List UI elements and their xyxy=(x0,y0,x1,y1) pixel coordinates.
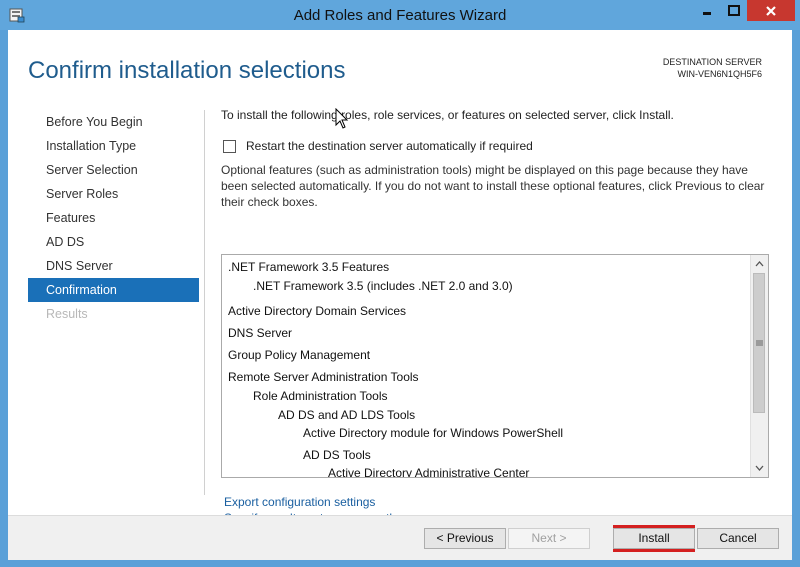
list-item: Active Directory Administrative Center xyxy=(328,466,530,478)
intro-text: To install the following roles, role ser… xyxy=(221,108,674,122)
restart-checkbox-label[interactable]: Restart the destination server automatic… xyxy=(246,139,533,153)
list-item: DNS Server xyxy=(228,326,293,340)
nav-item-ad-ds[interactable]: AD DS xyxy=(28,230,199,254)
grip-icon xyxy=(755,340,763,346)
window-title: Add Roles and Features Wizard xyxy=(293,7,507,24)
list-item: .NET Framework 3.5 Features xyxy=(228,260,390,274)
list-item: Active Directory Domain Services xyxy=(228,304,407,318)
scroll-down-button[interactable] xyxy=(751,459,768,476)
nav-item-before-you-begin[interactable]: Before You Begin xyxy=(28,110,199,134)
previous-button[interactable]: < Previous xyxy=(424,528,506,549)
restart-option[interactable]: Restart the destination server automatic… xyxy=(223,139,533,153)
wizard-content: Confirm installation selections DESTINAT… xyxy=(8,30,792,560)
list-item: Role Administration Tools xyxy=(253,389,388,403)
minimize-icon xyxy=(702,11,711,15)
list-scrollbar[interactable] xyxy=(750,255,768,477)
chevron-down-icon xyxy=(755,465,764,471)
list-item: .NET Framework 3.5 (includes .NET 2.0 an… xyxy=(253,279,513,293)
title-bar[interactable]: Add Roles and Features Wizard xyxy=(0,0,800,30)
chevron-up-icon xyxy=(755,260,764,266)
restart-checkbox[interactable] xyxy=(223,139,236,153)
scroll-up-button[interactable] xyxy=(751,255,768,272)
list-item: AD DS Tools xyxy=(303,448,371,462)
nav-item-features[interactable]: Features xyxy=(28,206,199,230)
nav-item-dns-server[interactable]: DNS Server xyxy=(28,254,199,278)
page-title: Confirm installation selections xyxy=(28,57,346,84)
list-item: Active Directory module for Windows Powe… xyxy=(303,426,564,440)
install-button[interactable]: Install xyxy=(613,528,695,549)
wizard-navigation: Before You Begin Installation Type Serve… xyxy=(28,110,199,326)
destination-server-info: DESTINATION SERVER WIN-VEN6N1QH5F6 xyxy=(663,56,762,80)
selected-features-list[interactable]: .NET Framework 3.5 Features .NET Framewo… xyxy=(221,254,769,478)
destination-server-name: WIN-VEN6N1QH5F6 xyxy=(677,69,762,79)
main-panel: To install the following roles, role ser… xyxy=(221,108,771,525)
nav-item-server-roles[interactable]: Server Roles xyxy=(28,182,199,206)
maximize-icon xyxy=(727,5,740,16)
list-item: Remote Server Administration Tools xyxy=(228,370,419,384)
maximize-button[interactable] xyxy=(720,0,747,21)
close-button[interactable] xyxy=(747,0,795,21)
cancel-button[interactable]: Cancel xyxy=(697,528,779,549)
nav-item-confirmation[interactable]: Confirmation xyxy=(28,278,199,302)
nav-item-server-selection[interactable]: Server Selection xyxy=(28,158,199,182)
wizard-footer: < Previous Next > Install Cancel xyxy=(8,515,792,560)
export-configuration-link[interactable]: Export configuration settings xyxy=(224,494,396,510)
scroll-thumb[interactable] xyxy=(753,273,765,413)
destination-label: DESTINATION SERVER xyxy=(662,57,762,67)
optional-features-note: Optional features (such as administratio… xyxy=(221,163,765,209)
list-item: Group Policy Management xyxy=(228,348,371,362)
nav-divider xyxy=(204,110,205,495)
nav-item-results: Results xyxy=(46,307,88,321)
minimize-button[interactable] xyxy=(693,0,720,21)
next-button: Next > xyxy=(508,528,590,549)
list-item: AD DS and AD LDS Tools xyxy=(278,408,416,422)
mouse-cursor-icon xyxy=(335,108,349,129)
close-icon xyxy=(766,5,776,16)
wizard-window: Add Roles and Features Wizard Confirm in… xyxy=(0,0,800,567)
nav-item-installation-type[interactable]: Installation Type xyxy=(28,134,199,158)
